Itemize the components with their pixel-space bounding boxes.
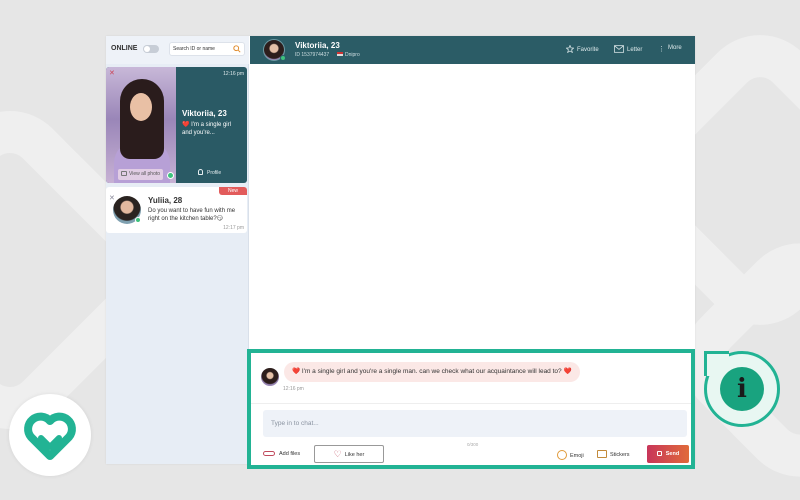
divider bbox=[251, 403, 691, 404]
search-box[interactable] bbox=[169, 42, 245, 56]
card-time: 12:16 pm bbox=[223, 71, 244, 77]
like-her-button[interactable]: ♡ Like her bbox=[314, 445, 384, 463]
close-icon[interactable]: ✕ bbox=[109, 194, 115, 202]
card-name: Yuliia, 28 bbox=[148, 196, 183, 205]
online-toggle[interactable] bbox=[143, 45, 159, 53]
char-counter: 0/300 bbox=[467, 442, 479, 447]
letter-label: Letter bbox=[627, 47, 643, 53]
online-label: ONLINE bbox=[111, 45, 138, 52]
contact-location: Dnipro bbox=[337, 52, 360, 58]
card-name: Viktoriia, 23 bbox=[182, 109, 227, 118]
chat-compose-area: ❤️ I'm a single girl and you're a single… bbox=[247, 349, 695, 469]
search-input[interactable] bbox=[173, 44, 231, 54]
chat-header: Viktoriia, 23 ID 1537974437 Dnipro Favor… bbox=[250, 36, 695, 64]
contact-name: Viktoriia, 23 bbox=[295, 41, 340, 50]
chat-app-window: ONLINE ✕ View all photo 12:16 pm bbox=[106, 36, 695, 469]
send-label: Send bbox=[665, 451, 680, 457]
emoji-label: Emoji bbox=[570, 453, 584, 459]
message-bubble: ❤️ I'm a single girl and you're a single… bbox=[284, 362, 580, 382]
view-all-photo-label: View all photo bbox=[129, 171, 161, 177]
info-icon[interactable]: i bbox=[720, 367, 764, 411]
logo-icon bbox=[24, 412, 76, 460]
add-files-button[interactable]: Add files bbox=[263, 451, 300, 457]
send-button[interactable]: Send bbox=[647, 445, 689, 463]
letter-button[interactable]: Letter bbox=[614, 45, 642, 53]
like-her-label: Like her bbox=[344, 452, 365, 458]
contact-id: ID 1537974437 bbox=[295, 52, 330, 58]
chat-card[interactable]: New ✕ Yuliia, 28 Do you want to have fun… bbox=[106, 187, 247, 233]
online-indicator bbox=[167, 172, 174, 179]
camera-icon bbox=[121, 171, 127, 176]
stickers-label: Stickers bbox=[610, 452, 630, 458]
chat-card-active[interactable]: ✕ View all photo 12:16 pm Viktoriia, 23 … bbox=[106, 67, 247, 183]
flag-icon bbox=[337, 52, 343, 56]
profile-photo[interactable] bbox=[106, 67, 176, 183]
user-icon bbox=[198, 169, 203, 175]
logo bbox=[9, 394, 91, 476]
card-time: 12:17 pm bbox=[223, 225, 244, 231]
sticker-icon bbox=[597, 450, 607, 458]
message-time: 12:16 pm bbox=[283, 386, 304, 392]
emoji-button[interactable]: Emoji bbox=[557, 450, 584, 460]
location-label: Dnipro bbox=[345, 52, 360, 58]
lock-icon bbox=[656, 451, 662, 456]
paperclip-icon bbox=[263, 451, 275, 456]
online-indicator bbox=[135, 217, 141, 223]
chat-input[interactable] bbox=[263, 410, 687, 437]
profile-button[interactable]: Profile bbox=[198, 169, 221, 176]
card-message-preview: Do you want to have fun with me right on… bbox=[148, 208, 236, 222]
sidebar: ONLINE ✕ View all photo 12:16 pm bbox=[106, 36, 249, 464]
close-icon[interactable]: ✕ bbox=[109, 69, 115, 77]
envelope-icon bbox=[614, 45, 624, 53]
favorite-button[interactable]: Favorite bbox=[566, 45, 599, 53]
card-message-preview: ❤️ I'm a single girl and you're... bbox=[182, 122, 231, 136]
photo-face-shape bbox=[130, 93, 152, 121]
heart-icon: ♡ bbox=[333, 449, 342, 459]
info-callout: i bbox=[704, 351, 780, 427]
new-badge: New bbox=[219, 187, 247, 195]
avatar[interactable] bbox=[261, 368, 279, 386]
more-button[interactable]: ⋮ More bbox=[658, 45, 682, 53]
favorite-label: Favorite bbox=[577, 47, 599, 53]
add-files-label: Add files bbox=[279, 451, 301, 457]
star-icon bbox=[566, 45, 574, 53]
stickers-button[interactable]: Stickers bbox=[597, 450, 630, 458]
online-indicator bbox=[280, 55, 286, 61]
more-label: More bbox=[668, 45, 682, 51]
emoji-icon bbox=[557, 450, 567, 460]
more-icon: ⋮ bbox=[658, 46, 665, 53]
view-all-photo-button[interactable]: View all photo bbox=[118, 169, 164, 180]
profile-label: Profile bbox=[207, 170, 222, 176]
search-icon[interactable] bbox=[233, 45, 241, 53]
sidebar-toolbar: ONLINE bbox=[106, 36, 249, 64]
